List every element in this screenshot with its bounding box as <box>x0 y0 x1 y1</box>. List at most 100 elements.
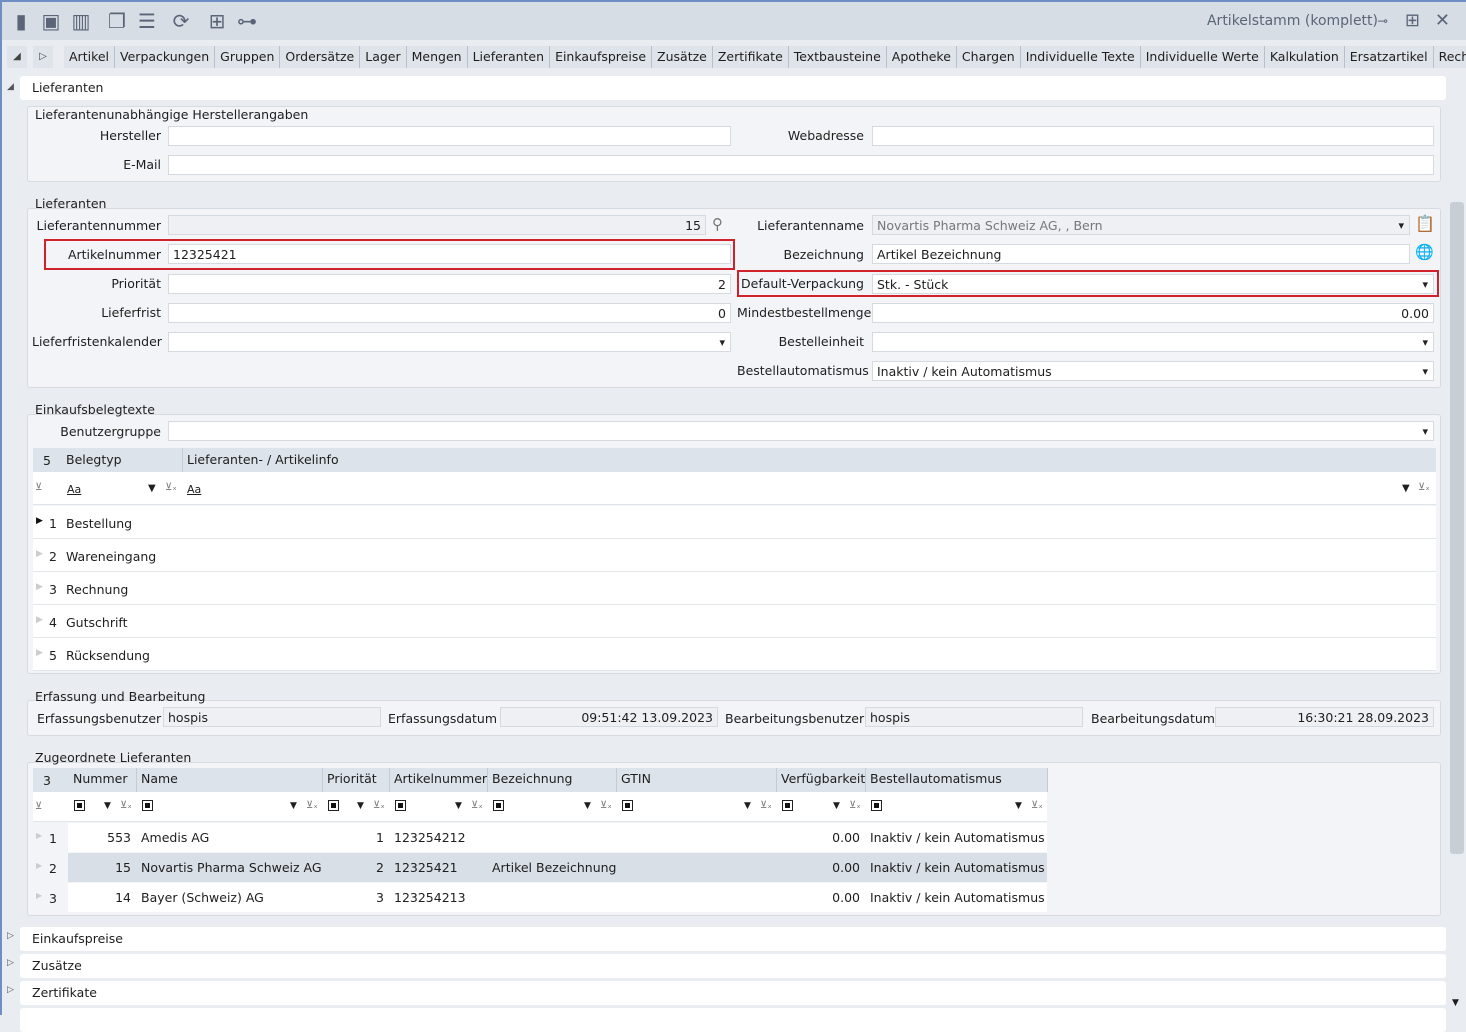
bestellautomatismus-select[interactable]: Inaktiv / kein Automatismus <box>872 361 1434 381</box>
tab-0[interactable]: Artikel <box>64 46 116 68</box>
column-header[interactable]: Bezeichnung <box>492 771 573 786</box>
section-0[interactable]: Einkaufspreise <box>20 927 1446 951</box>
tab-10[interactable]: Textbausteine <box>789 46 887 68</box>
section-lieferanten[interactable]: Lieferanten <box>20 76 1446 100</box>
text-filter-input[interactable]: Aa <box>67 483 81 496</box>
delete-icon[interactable]: ▥ <box>70 9 92 33</box>
clear-filter-icon[interactable]: ⊻ₓ <box>471 800 483 811</box>
filter-icon[interactable]: ⊻ <box>35 801 42 812</box>
column-header[interactable]: GTIN <box>621 771 651 786</box>
table-row[interactable] <box>33 539 1436 572</box>
copy-icon[interactable]: ❐ <box>106 9 128 33</box>
expand-icon[interactable]: ▷ <box>7 985 14 995</box>
expand-icon[interactable]: ▷ <box>7 931 14 941</box>
tab-13[interactable]: Individuelle Texte <box>1021 46 1141 68</box>
lieferantenname-select[interactable]: Novartis Pharma Schweiz AG, , Bern <box>872 215 1410 235</box>
close-icon[interactable]: ✕ <box>1435 10 1450 31</box>
column-header[interactable]: Name <box>141 771 178 786</box>
benutzergruppe-select[interactable] <box>168 421 1434 441</box>
expand-row-icon[interactable]: ▶ <box>36 582 43 592</box>
email-input[interactable] <box>168 155 1434 175</box>
clear-filter-icon[interactable]: ⊻ₓ <box>1418 482 1430 493</box>
clear-filter-icon[interactable]: ⊻ₓ <box>849 800 861 811</box>
dropdown-icon[interactable]: ▼ <box>584 801 591 811</box>
expand-row-icon[interactable]: ▶ <box>36 615 43 625</box>
dropdown-icon[interactable]: ▼ <box>148 483 156 494</box>
filter-checkbox[interactable] <box>782 800 793 811</box>
expand-row-icon[interactable]: ▶ <box>36 861 42 870</box>
expand-row-icon[interactable]: ▶ <box>36 891 42 900</box>
hersteller-input[interactable] <box>168 126 731 146</box>
tab-8[interactable]: Zusätze <box>652 46 713 68</box>
tab-4[interactable]: Lager <box>360 46 407 68</box>
column-header[interactable]: Artikelnummer <box>394 771 487 786</box>
bezeichnung-input[interactable]: Artikel Bezeichnung <box>872 244 1410 264</box>
filter-checkbox[interactable] <box>328 800 339 811</box>
list-icon[interactable]: ☰ <box>136 9 158 33</box>
tab-11[interactable]: Apotheke <box>887 46 957 68</box>
new-document-icon[interactable]: ▮ <box>10 9 32 33</box>
globe-icon[interactable]: 🌐 <box>1415 243 1434 261</box>
tab-3[interactable]: Ordersätze <box>280 46 361 68</box>
dropdown-icon[interactable]: ▼ <box>1402 483 1410 494</box>
hierarchy-icon[interactable]: ⊶ <box>236 9 258 33</box>
table-row[interactable] <box>33 572 1436 605</box>
expand-row-icon[interactable]: ▶ <box>36 831 42 840</box>
tab-6[interactable]: Lieferanten <box>468 46 551 68</box>
tab-5[interactable]: Mengen <box>407 46 468 68</box>
dropdown-icon[interactable]: ▼ <box>104 801 111 811</box>
clipboard-icon[interactable]: 📋 <box>1415 214 1435 233</box>
lieferantennummer-input[interactable]: 15 <box>168 215 706 235</box>
lieferfristenkalender-select[interactable] <box>168 332 731 352</box>
table-row[interactable] <box>33 506 1436 539</box>
column-header-belegtyp[interactable]: Belegtyp <box>66 452 122 467</box>
prioritaet-input[interactable]: 2 <box>168 274 731 294</box>
column-header[interactable]: Priorität <box>327 771 377 786</box>
tab-12[interactable]: Chargen <box>957 46 1021 68</box>
scroll-down-icon[interactable]: ▼ <box>1452 998 1459 1008</box>
mindestbestellmenge-input[interactable]: 0.00 <box>872 303 1434 323</box>
expand-row-icon[interactable]: ▶ <box>36 549 43 559</box>
section-2[interactable]: Zertifikate <box>20 981 1446 1005</box>
tab-17[interactable]: Rechte <box>1434 46 1466 68</box>
expand-row-icon[interactable]: ▶ <box>36 648 43 658</box>
save-icon[interactable]: ▣ <box>40 9 62 33</box>
lieferfrist-input[interactable]: 0 <box>168 303 731 323</box>
filter-checkbox[interactable] <box>622 800 633 811</box>
tab-16[interactable]: Ersatzartikel <box>1345 46 1434 68</box>
expand-row-icon[interactable]: ▶ <box>36 516 43 526</box>
filter-checkbox[interactable] <box>395 800 406 811</box>
section-more[interactable] <box>20 1008 1446 1032</box>
structure-icon[interactable]: ⊞ <box>206 9 228 33</box>
filter-checkbox[interactable] <box>74 800 85 811</box>
dropdown-icon[interactable]: ▼ <box>290 801 297 811</box>
filter-icon[interactable]: ⊻ <box>35 482 42 493</box>
tab-7[interactable]: Einkaufspreise <box>550 46 653 68</box>
clear-filter-icon[interactable]: ⊻ₓ <box>306 800 318 811</box>
clear-filter-icon[interactable]: ⊻ₓ <box>120 800 132 811</box>
dropdown-icon[interactable]: ▼ <box>455 801 462 811</box>
tab-15[interactable]: Kalkulation <box>1265 46 1345 68</box>
clear-filter-icon[interactable]: ⊻ₓ <box>165 482 177 493</box>
refresh-icon[interactable]: ⟳ <box>170 9 192 33</box>
search-icon[interactable]: ⚲ <box>712 215 723 233</box>
pin-icon[interactable]: ⊸ <box>1378 13 1388 28</box>
clear-filter-icon[interactable]: ⊻ₓ <box>760 800 772 811</box>
expand-icon[interactable]: ▷ <box>7 958 14 968</box>
filter-checkbox[interactable] <box>493 800 504 811</box>
tab-2[interactable]: Gruppen <box>215 46 281 68</box>
tab-14[interactable]: Individuelle Werte <box>1141 46 1265 68</box>
dropdown-icon[interactable]: ▼ <box>744 801 751 811</box>
tab-1[interactable]: Verpackungen <box>115 46 216 68</box>
tab-9[interactable]: Zertifikate <box>713 46 789 68</box>
dropdown-icon[interactable]: ▼ <box>1015 801 1022 811</box>
bestelleinheit-select[interactable] <box>872 332 1434 352</box>
clear-filter-icon[interactable]: ⊻ₓ <box>373 800 385 811</box>
column-header[interactable]: Nummer <box>73 771 127 786</box>
scrollbar[interactable] <box>1450 202 1464 854</box>
collapse-all-button[interactable]: ◢ <box>7 46 27 68</box>
artikelnummer-input[interactable]: 12325421 <box>168 244 731 264</box>
column-header[interactable]: Bestellautomatismus <box>870 771 1002 786</box>
table-row[interactable] <box>33 605 1436 638</box>
text-filter-input[interactable]: Aa <box>187 483 201 496</box>
